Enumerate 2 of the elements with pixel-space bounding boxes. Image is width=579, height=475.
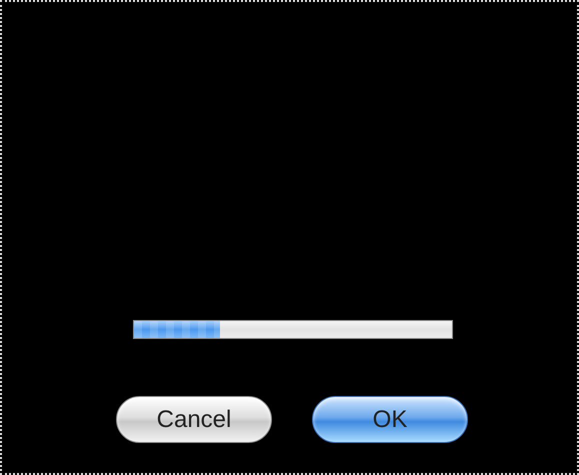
default-button[interactable]: OK bbox=[312, 396, 468, 443]
button[interactable]: Cancel bbox=[116, 396, 272, 443]
